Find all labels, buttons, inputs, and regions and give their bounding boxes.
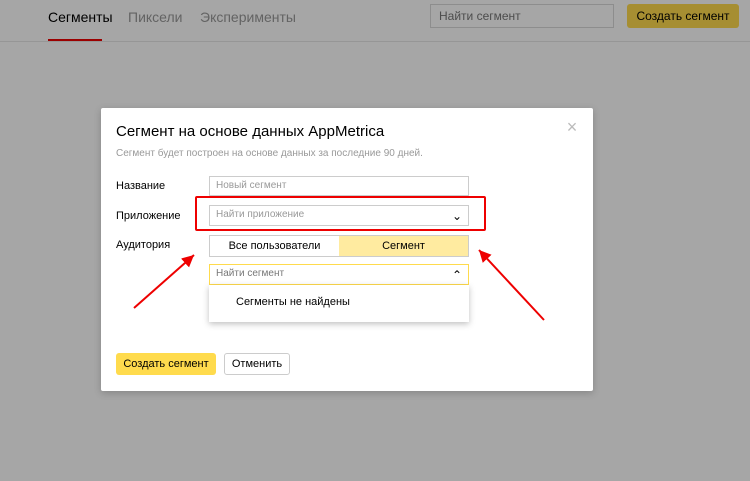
chevron-up-icon: ⌃ — [451, 268, 462, 282]
modal-subtitle: Сегмент будет построен на основе данных … — [116, 148, 423, 159]
audience-segment[interactable]: Сегмент — [339, 236, 468, 256]
segment-search-placeholder: Найти сегмент — [216, 268, 285, 279]
segment-dropdown: Сегменты не найдены — [209, 285, 469, 322]
close-icon[interactable]: × — [565, 118, 579, 136]
dropdown-empty-message: Сегменты не найдены — [236, 296, 350, 308]
segment-search-input[interactable]: Найти сегмент ⌃ — [209, 264, 469, 285]
overlay-top — [0, 0, 750, 42]
audience-toggle: Все пользователи Сегмент — [209, 235, 469, 257]
create-button[interactable]: Создать сегмент — [116, 353, 216, 375]
name-field[interactable]: Новый сегмент — [209, 176, 469, 196]
highlight-box — [195, 196, 486, 231]
app-label: Приложение — [116, 210, 181, 222]
audience-all-users[interactable]: Все пользователи — [210, 236, 339, 256]
audience-label: Аудитория — [116, 239, 171, 251]
modal-title: Сегмент на основе данных AppMetrica — [116, 123, 385, 140]
segment-modal: Сегмент на основе данных AppMetrica Сегм… — [101, 108, 593, 391]
name-label: Название — [116, 180, 166, 192]
cancel-button[interactable]: Отменить — [224, 353, 290, 375]
